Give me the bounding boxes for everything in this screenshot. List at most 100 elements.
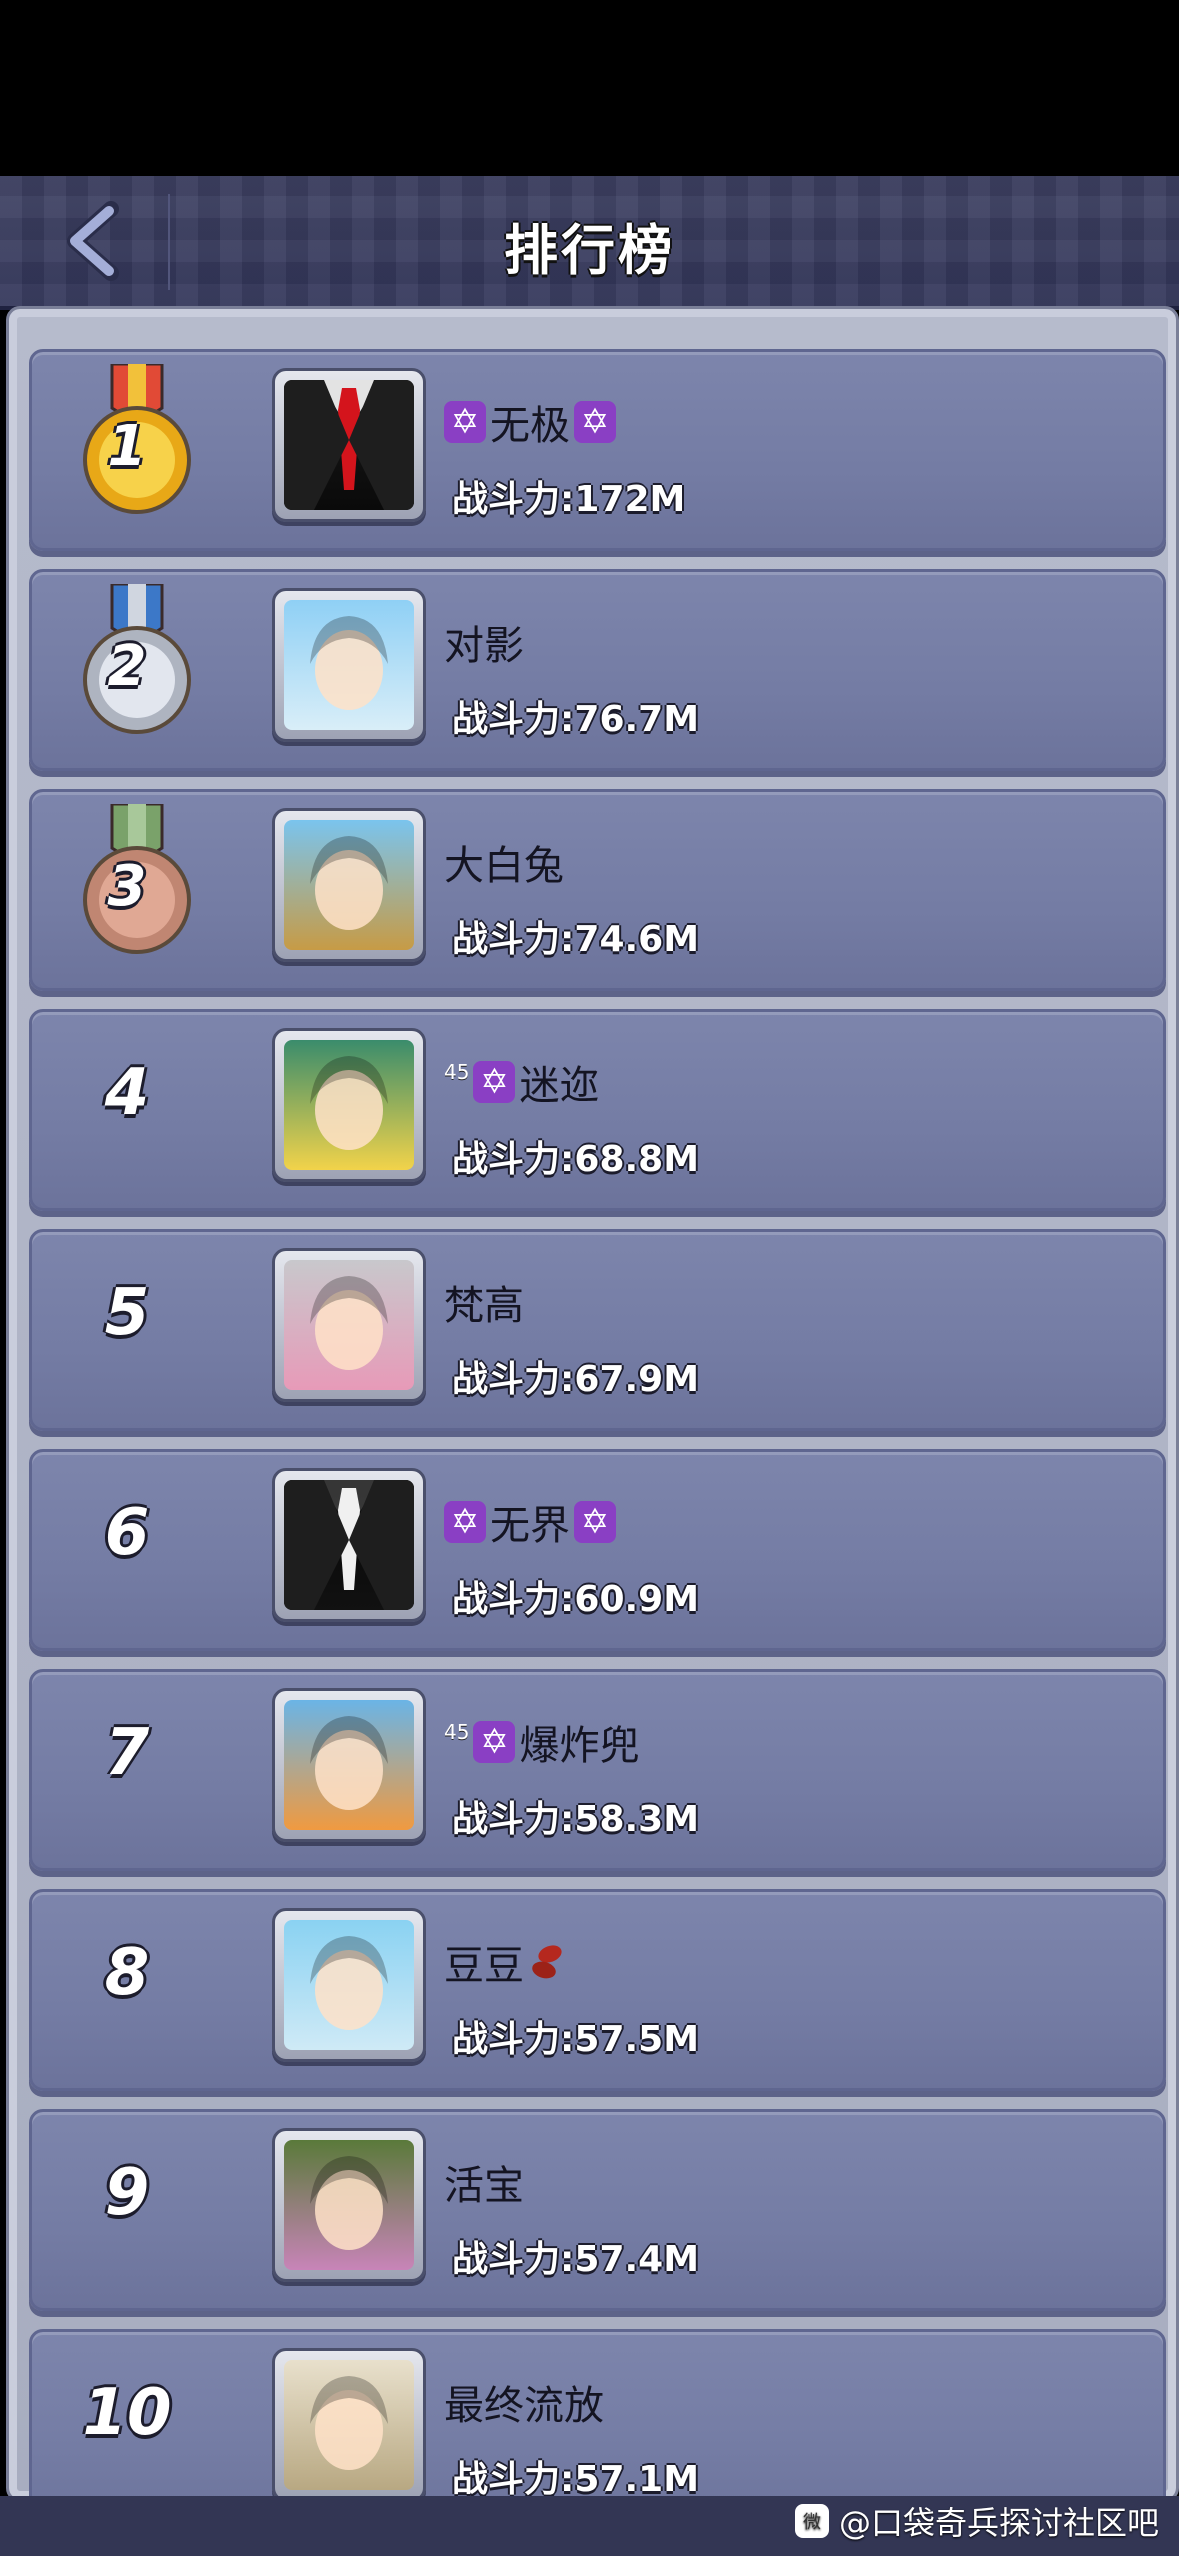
portrait-icon <box>310 1056 388 1150</box>
bottom-bar: 微 @口袋奇兵探讨社区吧 <box>0 2496 1179 2556</box>
player-name-line: 梵高 <box>444 1274 524 1330</box>
rank-number: 7 <box>104 1716 150 1790</box>
combat-power-label: 战斗力: <box>452 2019 575 2060</box>
leaderboard-row[interactable]: 6 ✡ 无界 ✡ 战斗力:60.9M <box>29 1449 1166 1651</box>
avatar <box>284 1480 414 1610</box>
combat-power: 战斗力:57.1M <box>452 2450 699 2500</box>
player-name-line: 对影 <box>444 614 524 670</box>
combat-power-value: 58.3M <box>574 1799 700 1840</box>
leaderboard-row[interactable]: 5 梵高战斗力:67.9M <box>29 1229 1166 1431</box>
star-of-david-icon: ✡ <box>444 1501 486 1543</box>
combat-power-label: 战斗力: <box>452 919 575 960</box>
star-of-david-icon: ✡ <box>473 1721 516 1763</box>
avatar <box>284 2140 414 2270</box>
player-name-line: 豆豆 <box>444 1934 568 1990</box>
avatar <box>284 600 414 730</box>
player-name: 对影 <box>444 623 524 669</box>
leaderboard-row[interactable]: 8 豆豆 战斗力:57.5M <box>29 1889 1166 2091</box>
avatar <box>284 380 414 510</box>
avatar-frame[interactable] <box>272 1908 426 2062</box>
portrait-icon <box>310 836 388 930</box>
suit-icon <box>284 380 414 510</box>
rank-number: 2 <box>107 634 147 699</box>
player-name-line: 活宝 <box>444 2154 524 2210</box>
portrait-icon <box>310 2376 388 2470</box>
rank-number: 9 <box>104 2156 150 2230</box>
leaderboard-row[interactable]: 2 对影战斗力:76.7M <box>29 569 1166 771</box>
star-of-david-icon: ✡ <box>473 1061 516 1103</box>
player-name-line: 45 ✡ 迷迩 <box>444 1054 599 1110</box>
combat-power: 战斗力:60.9M <box>452 1570 699 1622</box>
combat-power-label: 战斗力: <box>452 699 575 740</box>
leaderboard-row[interactable]: 7 45 ✡ 爆炸兜战斗力:58.3M <box>29 1669 1166 1871</box>
page-title: 排行榜 <box>504 219 675 282</box>
rank-number: 8 <box>104 1936 150 2010</box>
avatar <box>284 1260 414 1390</box>
rank-number: 6 <box>104 1496 150 1570</box>
combat-power: 战斗力:67.9M <box>452 1350 699 1402</box>
combat-power-label: 战斗力: <box>452 479 575 520</box>
avatar-frame[interactable] <box>272 1688 426 1842</box>
combat-power-value: 60.9M <box>574 1579 700 1620</box>
player-name-line: ✡ 无极 ✡ <box>444 394 616 450</box>
weibo-icon: 微 <box>794 2504 829 2538</box>
combat-power-value: 68.8M <box>574 1139 700 1180</box>
portrait-icon <box>310 616 388 710</box>
beans-icon <box>532 1945 562 1979</box>
avatar-frame[interactable] <box>272 808 426 962</box>
combat-power: 战斗力:76.7M <box>452 690 699 742</box>
player-name: 大白兔 <box>444 843 564 889</box>
leaderboard-row[interactable]: 3 大白兔战斗力:74.6M <box>29 789 1166 991</box>
avatar-frame[interactable] <box>272 588 426 742</box>
combat-power-label: 战斗力: <box>452 1359 575 1400</box>
player-name: 最终流放 <box>444 2383 604 2429</box>
rank-number: 3 <box>107 854 147 919</box>
player-name: 梵高 <box>444 1283 524 1329</box>
leaderboard-row[interactable]: 4 45 ✡ 迷迩 战斗力:68.8M <box>29 1009 1166 1211</box>
rank-number: 10 <box>82 2376 172 2450</box>
rank-number: 5 <box>104 1276 150 1350</box>
player-name: 无极 <box>490 403 570 449</box>
player-name-line: ✡ 无界 ✡ <box>444 1494 616 1550</box>
player-name: 豆豆 <box>444 1943 524 1989</box>
avatar-frame[interactable] <box>272 2348 426 2499</box>
portrait-icon <box>310 2156 388 2250</box>
status-bar-area <box>0 0 1179 176</box>
combat-power: 战斗力:58.3M <box>452 1790 699 1842</box>
player-name: 迷迩 <box>519 1063 600 1109</box>
combat-power-value: 74.6M <box>574 919 700 960</box>
portrait-icon <box>310 1716 388 1810</box>
combat-power-label: 战斗力: <box>452 2459 575 2500</box>
leaderboard-row[interactable]: 9 活宝 战斗力:57.4M <box>29 2109 1166 2311</box>
avatar <box>284 1700 414 1830</box>
combat-power: 战斗力:172M <box>452 470 685 522</box>
portrait-icon <box>310 1936 388 2030</box>
avatar-frame[interactable] <box>272 368 426 522</box>
avatar <box>284 1040 414 1170</box>
avatar <box>284 1920 414 2050</box>
watermark: 微 @口袋奇兵探讨社区吧 <box>794 2498 1159 2544</box>
leaderboard-row[interactable]: 10 最终流放战斗力:57.1M <box>29 2329 1166 2500</box>
player-name: 爆炸兜 <box>519 1723 640 1769</box>
player-name-line: 最终流放 <box>444 2374 604 2430</box>
leaderboard-row[interactable]: 1 ✡ 无极 ✡ 战斗力:172M <box>29 349 1166 551</box>
combat-power-value: 172M <box>574 479 686 520</box>
leaderboard-panel[interactable]: 1 ✡ 无极 ✡ 战斗力:172M 2 对影 战斗力:76.7M 3 大白兔 战斗力:74.6M 4 4… <box>6 306 1179 2502</box>
player-name-line: 大白兔 <box>444 834 564 890</box>
avatar-frame[interactable] <box>272 1028 426 1182</box>
avatar-frame[interactable] <box>272 1468 426 1622</box>
player-name: 无界 <box>490 1503 570 1549</box>
star-of-david-icon: ✡ <box>574 401 616 443</box>
player-level: 45 <box>444 1720 470 1744</box>
player-level: 45 <box>444 1060 470 1084</box>
avatar-frame[interactable] <box>272 2128 426 2282</box>
combat-power-label: 战斗力: <box>452 1579 575 1620</box>
avatar-frame[interactable] <box>272 1248 426 1402</box>
avatar <box>284 820 414 950</box>
combat-power-value: 67.9M <box>574 1359 700 1400</box>
player-name-line: 45 ✡ 爆炸兜 <box>444 1714 639 1770</box>
header-bar: 排行榜 <box>0 176 1179 310</box>
combat-power: 战斗力:68.8M <box>452 1130 699 1182</box>
combat-power-label: 战斗力: <box>452 1139 575 1180</box>
rank-number: 1 <box>107 414 147 479</box>
